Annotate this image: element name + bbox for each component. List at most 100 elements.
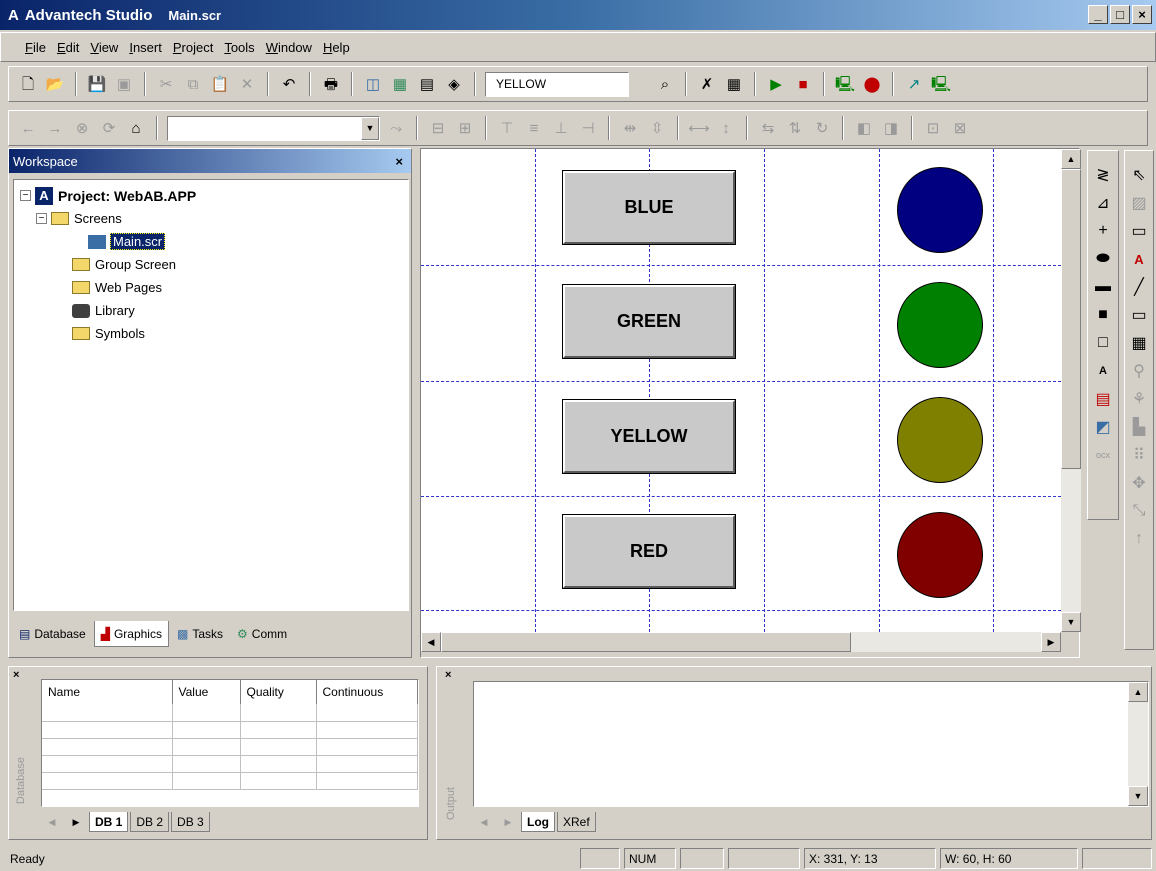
collapse-icon[interactable]: − bbox=[20, 190, 31, 201]
tab-db2[interactable]: DB 2 bbox=[130, 812, 170, 832]
output-log[interactable]: ▲ ▼ bbox=[473, 681, 1149, 807]
scroll-down-icon[interactable]: ▼ bbox=[1061, 612, 1081, 632]
stop-icon[interactable]: ■ bbox=[792, 73, 814, 95]
vertical-scrollbar[interactable]: ▲ ▼ bbox=[1061, 149, 1081, 632]
yellow-indicator[interactable] bbox=[897, 397, 983, 483]
print-icon[interactable]: 🖶 bbox=[320, 73, 342, 95]
tab-comm[interactable]: ⚙ Comm bbox=[231, 621, 293, 647]
button-icon[interactable]: ▭ bbox=[1127, 219, 1151, 243]
library-icon[interactable]: ◈ bbox=[443, 73, 465, 95]
scroll-up-icon[interactable]: ▲ bbox=[1128, 682, 1148, 702]
align-top-icon[interactable]: ⊤ bbox=[496, 117, 518, 139]
close-icon[interactable]: × bbox=[445, 669, 451, 681]
tab-log[interactable]: Log bbox=[521, 812, 555, 832]
send-back-icon[interactable]: ◨ bbox=[880, 117, 902, 139]
rounded-rect-icon[interactable]: ▬ bbox=[1091, 275, 1115, 299]
bargraph-icon[interactable]: ▙ bbox=[1127, 415, 1151, 439]
trend-icon[interactable]: ◩ bbox=[1091, 415, 1115, 439]
bring-front-icon[interactable]: ◧ bbox=[853, 117, 875, 139]
binoculars-icon[interactable]: ⌕ bbox=[654, 73, 676, 95]
watch-grid[interactable]: Name Value Quality Continuous bbox=[41, 679, 419, 807]
same-height-icon[interactable]: ↕ bbox=[715, 117, 737, 139]
scroll-up-icon[interactable]: ▲ bbox=[1061, 149, 1081, 169]
stop-app-icon[interactable]: ⬤ bbox=[861, 73, 883, 95]
red-indicator[interactable] bbox=[897, 512, 983, 598]
home-icon[interactable]: ⌂ bbox=[125, 117, 147, 139]
open-icon[interactable]: 📂 bbox=[44, 73, 66, 95]
rotation-icon[interactable]: ↑ bbox=[1127, 527, 1151, 551]
align-right-icon[interactable]: ⊣ bbox=[577, 117, 599, 139]
table-row[interactable] bbox=[42, 738, 418, 756]
grid-icon[interactable]: ▦ bbox=[1127, 331, 1151, 355]
back-icon[interactable]: ← bbox=[17, 117, 39, 139]
go-icon[interactable]: ⤳ bbox=[385, 117, 407, 139]
table-row[interactable] bbox=[42, 704, 418, 722]
chevron-down-icon[interactable]: ▼ bbox=[361, 116, 379, 140]
tab-next-icon[interactable]: ▶ bbox=[497, 811, 519, 833]
flip-horizontal-icon[interactable]: ⇆ bbox=[757, 117, 779, 139]
tab-tasks[interactable]: ▩ Tasks bbox=[171, 621, 229, 647]
tab-xref[interactable]: XRef bbox=[557, 812, 596, 832]
screen-canvas[interactable]: BLUE GREEN YELLOW RED bbox=[421, 149, 1061, 632]
table-row[interactable] bbox=[42, 772, 418, 790]
space-horizontal-icon[interactable]: ⇹ bbox=[619, 117, 641, 139]
scroll-left-icon[interactable]: ◀ bbox=[421, 632, 441, 652]
save-all-icon[interactable]: ▣ bbox=[113, 73, 135, 95]
pointer-icon[interactable]: ⇖ bbox=[1127, 163, 1151, 187]
hyperlink-icon[interactable]: ⚘ bbox=[1127, 387, 1151, 411]
scroll-down-icon[interactable]: ▼ bbox=[1128, 786, 1148, 806]
menu-window[interactable]: Window bbox=[266, 40, 312, 55]
align-left-icon[interactable]: ⊟ bbox=[427, 117, 449, 139]
align-middle-icon[interactable]: ≡ bbox=[523, 117, 545, 139]
tree-library[interactable]: Library bbox=[20, 299, 402, 322]
scroll-right-icon[interactable]: ▶ bbox=[1041, 632, 1061, 652]
table-row[interactable] bbox=[42, 721, 418, 739]
run-icon[interactable]: ▶ bbox=[765, 73, 787, 95]
new-icon[interactable]: 🗋 bbox=[17, 73, 39, 95]
text-object-icon[interactable]: A bbox=[1127, 247, 1151, 271]
bitmap-icon[interactable]: ▨ bbox=[1127, 191, 1151, 215]
stop-nav-icon[interactable]: ⊗ bbox=[71, 117, 93, 139]
group-icon[interactable]: ⊡ bbox=[922, 117, 944, 139]
yellow-button[interactable]: YELLOW bbox=[562, 399, 736, 474]
tab-db3[interactable]: DB 3 bbox=[171, 812, 210, 832]
resize-icon[interactable]: ⤡ bbox=[1127, 499, 1151, 523]
scroll-thumb[interactable] bbox=[441, 632, 851, 652]
save-icon[interactable]: 💾 bbox=[86, 73, 108, 95]
flip-vertical-icon[interactable]: ⇅ bbox=[784, 117, 806, 139]
blue-button[interactable]: BLUE bbox=[562, 170, 736, 245]
minimize-button[interactable]: _ bbox=[1088, 5, 1108, 24]
column-name[interactable]: Name bbox=[42, 680, 173, 704]
address-combo[interactable]: ▼ bbox=[167, 115, 380, 141]
send-icon[interactable]: ↗ bbox=[903, 73, 925, 95]
tab-next-icon[interactable]: ▶ bbox=[65, 811, 87, 833]
tab-db1[interactable]: DB 1 bbox=[89, 812, 129, 832]
tree-web-pages[interactable]: Web Pages bbox=[20, 276, 402, 299]
tree-main-screen[interactable]: Main.scr bbox=[20, 230, 402, 253]
copy-icon[interactable]: ⧉ bbox=[182, 73, 204, 95]
scroll-thumb[interactable] bbox=[1061, 169, 1081, 469]
cross-reference-icon[interactable]: ✗ bbox=[696, 73, 718, 95]
menu-project[interactable]: Project bbox=[173, 40, 213, 55]
text-io-icon[interactable]: ⠿ bbox=[1127, 443, 1151, 467]
refresh-icon[interactable]: ⟳ bbox=[98, 117, 120, 139]
red-button[interactable]: RED bbox=[562, 514, 736, 589]
menu-help[interactable]: Help bbox=[323, 40, 350, 55]
bevel-rect-icon[interactable]: □ bbox=[1091, 331, 1115, 355]
polyline-icon[interactable]: ≷ bbox=[1091, 163, 1115, 187]
align-center-icon[interactable]: ⊞ bbox=[454, 117, 476, 139]
column-value[interactable]: Value bbox=[172, 680, 241, 704]
output-icon[interactable]: ▤ bbox=[416, 73, 438, 95]
close-icon[interactable]: × bbox=[13, 669, 19, 681]
ellipse-icon[interactable]: ⬬ bbox=[1091, 247, 1115, 271]
move-icon[interactable]: ✥ bbox=[1127, 471, 1151, 495]
align-bottom-icon[interactable]: ⊥ bbox=[550, 117, 572, 139]
close-button[interactable]: × bbox=[1132, 5, 1152, 24]
text-icon[interactable]: A bbox=[1091, 359, 1115, 383]
rotate-icon[interactable]: ↻ bbox=[811, 117, 833, 139]
command-icon[interactable]: ⚲ bbox=[1127, 359, 1151, 383]
collapse-icon[interactable]: − bbox=[36, 213, 47, 224]
column-continuous[interactable]: Continuous bbox=[316, 680, 418, 704]
tab-database[interactable]: ▤ Database bbox=[13, 621, 92, 647]
green-indicator[interactable] bbox=[897, 282, 983, 368]
